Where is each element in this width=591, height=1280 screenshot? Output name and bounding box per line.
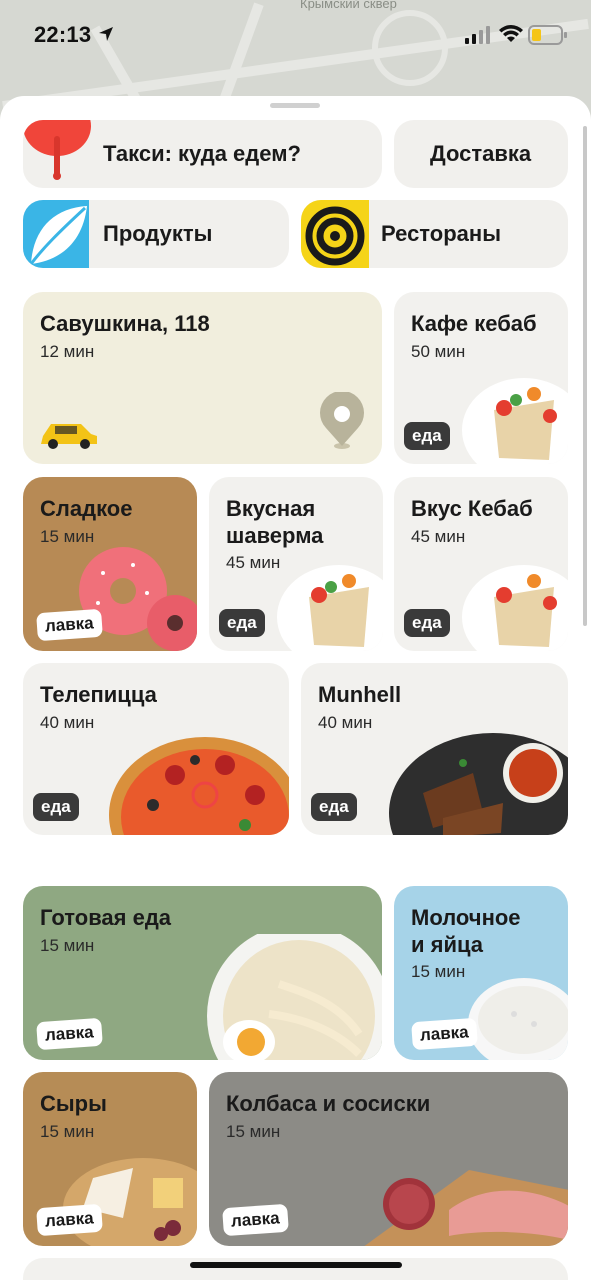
restaurant-card-munhell[interactable]: Munhell 40 мин еда: [301, 663, 568, 835]
category-card-cheese[interactable]: Сыры 15 мин лавка: [23, 1072, 197, 1246]
restaurants-spiral-icon: [301, 200, 369, 268]
products-leaf-icon: [23, 200, 89, 268]
card-title: Munhell: [318, 682, 402, 707]
card-eta: 15 мин: [411, 962, 466, 981]
taxi-label: Такси: куда едем?: [103, 141, 301, 166]
card-badge: лавка: [222, 1203, 289, 1237]
shawarma-plate-image: [277, 565, 383, 651]
cellular-signal-icon: [465, 26, 490, 44]
card-eta: 40 мин: [40, 713, 95, 732]
category-card-ready-food[interactable]: Готовая еда 15 мин лавка: [23, 886, 382, 1060]
card-title: Сладкое: [40, 496, 133, 521]
card-eta: 15 мин: [226, 1122, 281, 1141]
card-title: Молочное и яйца: [411, 905, 521, 957]
products-label: Продукты: [103, 221, 213, 246]
category-card-sausages[interactable]: Колбаса и сосиски 15 мин лавка: [209, 1072, 568, 1246]
card-badge: лавка: [36, 608, 103, 642]
address-eta: 12 мин: [40, 342, 95, 361]
card-eta: 15 мин: [40, 1122, 95, 1141]
card-badge: лавка: [36, 1203, 103, 1237]
scrollbar[interactable]: [583, 126, 587, 626]
card-eta: 15 мин: [40, 936, 95, 955]
card-badge: еда: [404, 422, 450, 450]
restaurants-label: Рестораны: [381, 221, 501, 246]
status-time: 22:13: [34, 22, 92, 47]
address-title: Савушкина, 118: [40, 311, 210, 336]
card-eta: 45 мин: [411, 527, 466, 546]
shawarma-plate-image: [462, 565, 568, 651]
card-badge: еда: [311, 793, 357, 821]
sheet-grabber[interactable]: [270, 103, 320, 108]
restaurant-card-cafe-kebab[interactable]: Кафе кебаб 50 мин еда: [394, 292, 568, 464]
card-badge: еда: [33, 793, 79, 821]
sausage-board-image: [364, 1170, 568, 1246]
taxi-button[interactable]: Такси: куда едем?: [23, 120, 382, 188]
restaurant-card-vkus-kebab[interactable]: Вкус Кебаб 45 мин еда: [394, 477, 568, 651]
map-pin-icon: [320, 392, 364, 449]
products-button[interactable]: Продукты: [23, 200, 289, 268]
delivery-label: Доставка: [430, 141, 532, 166]
home-indicator[interactable]: [190, 1262, 402, 1268]
card-badge: еда: [404, 609, 450, 637]
card-title: Вкусная шаверма: [226, 496, 324, 548]
soup-bowl-image: [207, 934, 382, 1060]
battery-icon: [528, 25, 567, 45]
category-card-dairy-eggs[interactable]: Молочное и яйца 15 мин лавка: [394, 886, 568, 1060]
grilled-meat-plate-image: [389, 733, 568, 835]
card-eta: 50 мин: [411, 342, 466, 361]
card-badge: еда: [219, 609, 265, 637]
card-eta: 40 мин: [318, 713, 373, 732]
taxi-pin-icon: [23, 120, 91, 180]
shawarma-plate-image: [462, 378, 568, 464]
card-badge: лавка: [36, 1017, 103, 1051]
services-sheet[interactable]: Такси: куда едем? Доставка Продукты Рест…: [0, 96, 591, 1280]
card-title: Сыры: [40, 1091, 107, 1116]
address-card[interactable]: Савушкина, 118 12 мин: [23, 292, 382, 464]
restaurants-button[interactable]: Рестораны: [301, 200, 568, 268]
restaurant-card-telepizza[interactable]: Телепицца 40 мин еда: [23, 663, 289, 835]
restaurant-card-vkusnaya-shaverma[interactable]: Вкусная шаверма 45 мин еда: [209, 477, 383, 651]
category-card-sweets[interactable]: Сладкое 15 мин лавка: [23, 477, 197, 651]
cottage-cheese-bowl-image: [468, 978, 568, 1060]
wifi-icon: [499, 25, 523, 42]
delivery-button[interactable]: Доставка: [394, 120, 568, 188]
taxi-car-icon: [41, 424, 97, 449]
location-arrow-icon: [99, 27, 113, 41]
pizza-image: [109, 737, 289, 835]
card-title: Готовая еда: [40, 905, 172, 930]
card-title: Телепицца: [40, 682, 157, 707]
card-title: Кафе кебаб: [411, 311, 537, 336]
card-title: Колбаса и сосиски: [226, 1091, 431, 1116]
card-title: Вкус Кебаб: [411, 496, 533, 521]
card-badge: лавка: [411, 1017, 478, 1051]
status-bar: 22:13: [0, 0, 591, 70]
